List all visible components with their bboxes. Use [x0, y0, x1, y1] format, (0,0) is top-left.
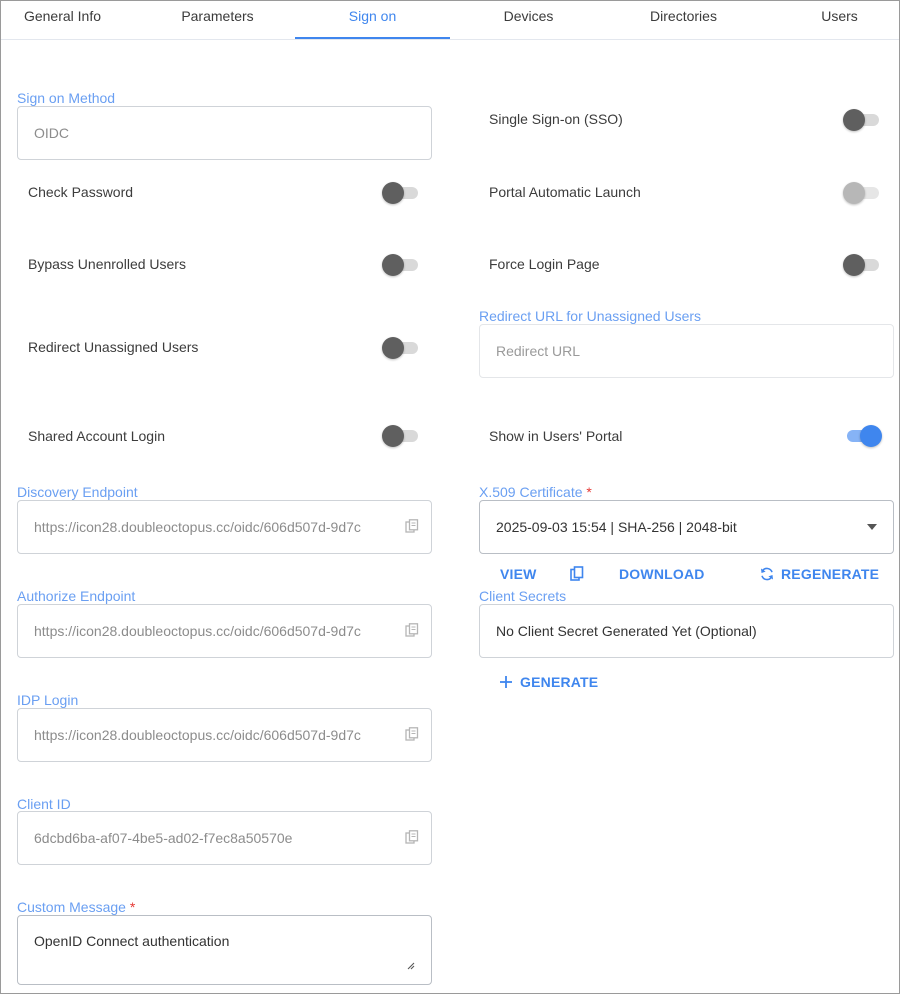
portal-automatic-launch-toggle[interactable] — [843, 182, 881, 204]
sign-on-panel: General Info Parameters Sign on Devices … — [0, 0, 900, 994]
idp-login-value: https://icon28.doubleoctopus.cc/oidc/606… — [34, 727, 361, 743]
discovery-endpoint-field[interactable]: https://icon28.doubleoctopus.cc/oidc/606… — [17, 500, 432, 554]
redirect-unassigned-label: Redirect Unassigned Users — [28, 339, 199, 355]
refresh-icon — [761, 567, 773, 581]
custom-message-value: OpenID Connect authentication — [34, 933, 230, 949]
client-secrets-value: No Client Secret Generated Yet (Optional… — [496, 623, 757, 639]
client-secrets-label: Client Secrets — [479, 588, 567, 604]
plus-icon — [500, 676, 512, 688]
client-secrets-field: No Client Secret Generated Yet (Optional… — [479, 604, 894, 658]
sso-label: Single Sign-on (SSO) — [489, 111, 623, 127]
tab-directories[interactable]: Directories — [606, 1, 761, 38]
sign-on-method-value: OIDC — [34, 125, 69, 141]
client-id-field[interactable]: 6dcbd6ba-af07-4be5-ad02-f7ec8a50570e — [17, 811, 432, 865]
sign-on-method-field[interactable]: OIDC — [17, 106, 432, 160]
tab-users[interactable]: Users — [762, 1, 899, 38]
client-id-value: 6dcbd6ba-af07-4be5-ad02-f7ec8a50570e — [34, 830, 293, 846]
custom-message-label: Custom Message * — [17, 899, 136, 915]
view-certificate-button[interactable]: VIEW — [500, 566, 537, 582]
client-id-label: Client ID — [17, 796, 71, 812]
authorize-endpoint-value: https://icon28.doubleoctopus.cc/oidc/606… — [34, 623, 361, 639]
tab-devices[interactable]: Devices — [451, 1, 606, 38]
show-in-portal-toggle[interactable] — [843, 425, 882, 447]
idp-login-label: IDP Login — [17, 692, 79, 708]
idp-login-field[interactable]: https://icon28.doubleoctopus.cc/oidc/606… — [17, 708, 432, 762]
force-login-page-toggle[interactable] — [843, 254, 881, 276]
discovery-endpoint-label: Discovery Endpoint — [17, 484, 138, 500]
copy-icon[interactable] — [405, 727, 419, 743]
download-certificate-button[interactable]: DOWNLOAD — [619, 566, 705, 582]
regenerate-certificate-button[interactable]: REGENERATE — [759, 566, 879, 582]
check-password-toggle[interactable] — [382, 182, 420, 204]
authorize-endpoint-field[interactable]: https://icon28.doubleoctopus.cc/oidc/606… — [17, 604, 432, 658]
resize-handle-icon[interactable] — [407, 962, 415, 970]
tab-bar: General Info Parameters Sign on Devices … — [1, 1, 899, 40]
bypass-unenrolled-toggle[interactable] — [382, 254, 420, 276]
shared-account-login-toggle[interactable] — [382, 425, 420, 447]
force-login-page-label: Force Login Page — [489, 256, 600, 272]
certificate-label: X.509 Certificate * — [479, 484, 592, 500]
redirect-url-label: Redirect URL for Unassigned Users — [479, 308, 702, 324]
check-password-label: Check Password — [28, 184, 134, 200]
portal-automatic-launch-label: Portal Automatic Launch — [489, 184, 641, 200]
generate-secret-button[interactable]: GENERATE — [498, 674, 598, 690]
custom-message-textarea[interactable]: OpenID Connect authentication — [17, 915, 432, 985]
copy-icon[interactable] — [405, 623, 419, 639]
shared-account-login-label: Shared Account Login — [28, 428, 165, 444]
redirect-url-placeholder: Redirect URL — [496, 343, 581, 359]
tab-general-info[interactable]: General Info — [1, 1, 140, 38]
copy-icon[interactable] — [405, 830, 419, 846]
copy-icon[interactable] — [405, 519, 419, 535]
dropdown-arrow-icon — [867, 524, 877, 530]
sign-on-method-label: Sign on Method — [17, 90, 116, 106]
authorize-endpoint-label: Authorize Endpoint — [17, 588, 136, 604]
discovery-endpoint-value: https://icon28.doubleoctopus.cc/oidc/606… — [34, 519, 361, 535]
copy-certificate-icon[interactable] — [570, 566, 584, 582]
redirect-unassigned-toggle[interactable] — [382, 337, 420, 359]
sso-toggle[interactable] — [843, 109, 881, 131]
certificate-value: 2025-09-03 15:54 | SHA-256 | 2048-bit — [496, 519, 737, 535]
redirect-url-field[interactable]: Redirect URL — [479, 324, 894, 378]
certificate-select[interactable]: 2025-09-03 15:54 | SHA-256 | 2048-bit — [479, 500, 894, 554]
tab-parameters[interactable]: Parameters — [140, 1, 295, 38]
tab-sign-on[interactable]: Sign on — [295, 1, 450, 39]
bypass-unenrolled-label: Bypass Unenrolled Users — [28, 256, 186, 272]
show-in-portal-label: Show in Users' Portal — [489, 428, 623, 444]
